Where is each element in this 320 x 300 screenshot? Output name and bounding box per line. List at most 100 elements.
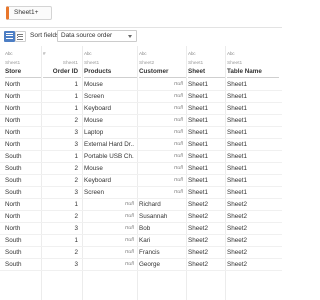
table-cell: Sheet1	[188, 93, 208, 100]
table-cell: Sheet2	[188, 237, 208, 244]
table-cell: Sheet2	[188, 249, 208, 256]
table-cell: 1	[74, 237, 78, 244]
number-type-icon[interactable]: #	[43, 51, 46, 56]
table-cell: Sheet2	[227, 249, 247, 256]
table-cell: South	[5, 153, 22, 160]
table-row[interactable]: North 1 null Richard Sheet2 Sheet2	[0, 199, 282, 211]
chevron-down-icon	[128, 35, 132, 38]
table-cell: Sheet2	[188, 213, 208, 220]
table-cell: Sheet1	[227, 105, 247, 112]
table-row[interactable]: South 2 null Francis Sheet2 Sheet2	[0, 247, 282, 259]
table-cell: null	[124, 225, 134, 231]
table-cell: North	[5, 81, 21, 88]
table-cell: Sheet1	[188, 105, 208, 112]
table-row[interactable]: South 3 null George Sheet2 Sheet2	[0, 259, 282, 271]
table-row[interactable]: North 2 null Susannah Sheet2 Sheet2	[0, 211, 282, 223]
table-cell: South	[5, 165, 22, 172]
table-cell: Mouse	[84, 117, 103, 124]
table-row[interactable]: South 2 Mouse null Sheet1 Sheet1	[0, 163, 282, 175]
table-row[interactable]: South 1 Portable USB Ch... null Sheet1 Sheet1	[0, 151, 282, 163]
string-type-icon[interactable]: Abc	[188, 51, 196, 56]
column-name-label: Products	[84, 68, 112, 75]
table-cell: null	[173, 105, 183, 111]
table-row[interactable]: North 1 Keyboard null Sheet1 Sheet1	[0, 103, 282, 115]
table-cell: North	[5, 129, 21, 136]
column-source-label: Sheet1	[84, 61, 100, 66]
column-name-label: Customer	[139, 68, 169, 75]
table-row[interactable]: North 1 Mouse null Sheet1 Sheet1	[0, 79, 282, 91]
table-cell: George	[139, 261, 161, 268]
string-type-icon[interactable]: Abc	[139, 51, 147, 56]
column-header-table-name[interactable]: Abc Sheet1 Table Name	[227, 46, 279, 78]
table-cell: Sheet1	[227, 93, 247, 100]
table-cell: Sheet1	[227, 81, 247, 88]
table-cell: Sheet1	[227, 129, 247, 136]
string-type-icon[interactable]: Abc	[5, 51, 13, 56]
table-cell: 3	[74, 189, 78, 196]
column-source-label: Sheet1	[227, 61, 243, 66]
table-cell: North	[5, 93, 21, 100]
column-source-label: Sheet1	[5, 61, 21, 66]
table-cell: 1	[74, 201, 78, 208]
column-header-store[interactable]: Abc Sheet1 Store	[5, 46, 41, 78]
column-header-products[interactable]: Abc Sheet1 Products	[84, 46, 137, 78]
table-cell: North	[5, 213, 21, 220]
table-cell: South	[5, 249, 22, 256]
table-cell: Sheet2	[188, 225, 208, 232]
grid-view-button[interactable]	[4, 31, 15, 42]
table-cell: Richard	[139, 201, 161, 208]
table-cell: Portable USB Ch...	[84, 153, 134, 160]
table-row[interactable]: North 3 null Bob Sheet2 Sheet2	[0, 223, 282, 235]
table-cell: North	[5, 117, 21, 124]
column-header-order-id[interactable]: # Sheet1 Order ID	[43, 46, 81, 78]
table-cell: Francis	[139, 249, 160, 256]
table-cell: Sheet1	[188, 165, 208, 172]
table-cell: Sheet2	[227, 225, 247, 232]
column-source-label: Sheet1	[62, 61, 78, 66]
table-cell: Sheet1	[227, 177, 247, 184]
table-cell: Bob	[139, 225, 151, 232]
list-view-icon	[17, 34, 23, 41]
column-name-label: Order ID	[52, 68, 78, 75]
table-cell: North	[5, 105, 21, 112]
table-cell: Sheet1	[188, 81, 208, 88]
table-cell: Sheet1	[227, 117, 247, 124]
table-cell: Sheet2	[188, 201, 208, 208]
table-cell: Kari	[139, 237, 151, 244]
table-cell: 2	[74, 117, 78, 124]
table-cell: Sheet1	[188, 153, 208, 160]
table-cell: Sheet1	[188, 129, 208, 136]
sort-fields-label: Sort fields	[30, 32, 60, 39]
sheet-tab[interactable]: Sheet1+	[6, 6, 52, 20]
table-cell: null	[173, 129, 183, 135]
list-view-button[interactable]	[15, 31, 26, 42]
table-cell: null	[173, 189, 183, 195]
column-name-label: Store	[5, 68, 22, 75]
table-cell: null	[124, 201, 134, 207]
table-row[interactable]: North 2 Mouse null Sheet1 Sheet1	[0, 115, 282, 127]
table-cell: null	[173, 141, 183, 147]
table-row[interactable]: North 3 External Hard Dr... null Sheet1 Sheet…	[0, 139, 282, 151]
table-row[interactable]: North 1 Screen null Sheet1 Sheet1	[0, 91, 282, 103]
table-cell: Sheet1	[188, 177, 208, 184]
table-row[interactable]: South 1 null Kari Sheet2 Sheet2	[0, 235, 282, 247]
table-row[interactable]: South 2 Keyboard null Sheet1 Sheet1	[0, 175, 282, 187]
sort-fields-dropdown[interactable]: Data source order	[57, 30, 137, 42]
string-type-icon[interactable]: Abc	[227, 51, 235, 56]
table-cell: 1	[74, 153, 78, 160]
table-row[interactable]: South 3 Screen null Sheet1 Sheet1	[0, 187, 282, 199]
table-cell: Sheet2	[227, 213, 247, 220]
table-cell: null	[173, 177, 183, 183]
table-cell: South	[5, 237, 22, 244]
string-type-icon[interactable]: Abc	[84, 51, 92, 56]
table-cell: South	[5, 177, 22, 184]
table-row[interactable]: North 3 Laptop null Sheet1 Sheet1	[0, 127, 282, 139]
column-name-label: Sheet	[188, 68, 206, 75]
table-cell: Sheet1	[227, 153, 247, 160]
column-header-sheet[interactable]: Abc Sheet1 Sheet	[188, 46, 225, 78]
table-cell: null	[173, 153, 183, 159]
column-source-label: Sheet1	[188, 61, 204, 66]
table-cell: 3	[74, 141, 78, 148]
column-name-label: Table Name	[227, 68, 262, 75]
column-header-customer[interactable]: Abc Sheet2 Customer	[139, 46, 186, 78]
